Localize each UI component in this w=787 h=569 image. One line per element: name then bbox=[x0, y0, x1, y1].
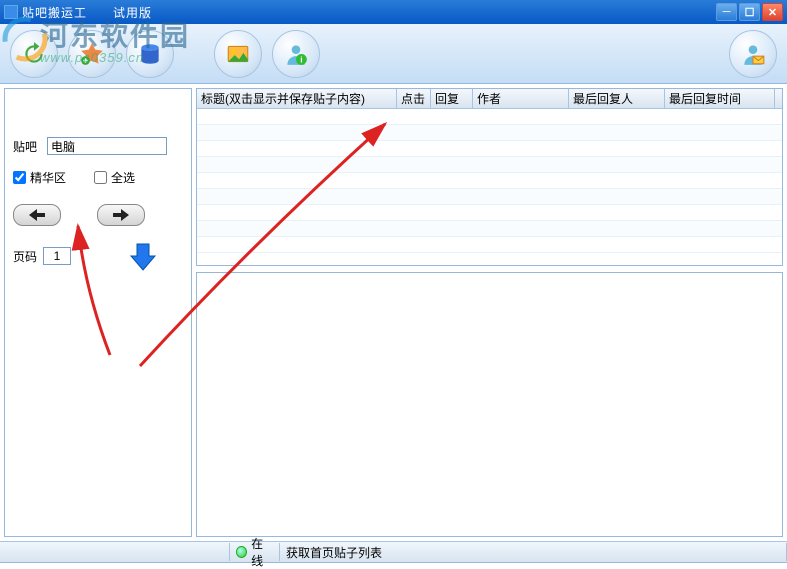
table-row[interactable] bbox=[197, 205, 782, 221]
picture-button[interactable] bbox=[214, 30, 262, 78]
online-icon bbox=[236, 546, 247, 558]
table-row[interactable] bbox=[197, 237, 782, 253]
star-icon bbox=[79, 41, 105, 67]
window-title: 贴吧搬运工 试用版 bbox=[22, 4, 716, 21]
grid-header: 标题(双击显示并保存贴子内容)点击回复作者最后回复人最后回复时间 bbox=[197, 89, 782, 109]
column-header[interactable]: 标题(双击显示并保存贴子内容) bbox=[197, 89, 397, 108]
detail-panel bbox=[196, 272, 783, 537]
picture-icon bbox=[225, 41, 251, 67]
jinghua-label: 精华区 bbox=[30, 169, 66, 186]
user-info-icon: i bbox=[283, 41, 309, 67]
column-header[interactable]: 作者 bbox=[473, 89, 569, 108]
status-cell-1 bbox=[0, 543, 230, 561]
arrow-left-icon bbox=[29, 209, 45, 221]
favorite-button[interactable] bbox=[68, 30, 116, 78]
maximize-button[interactable]: ☐ bbox=[739, 3, 760, 21]
table-row[interactable] bbox=[197, 189, 782, 205]
table-row[interactable] bbox=[197, 125, 782, 141]
column-header[interactable]: 回复 bbox=[431, 89, 473, 108]
column-header[interactable]: 点击 bbox=[397, 89, 431, 108]
download-icon[interactable] bbox=[127, 240, 159, 272]
page-input[interactable] bbox=[43, 247, 71, 265]
quanxuan-checkbox[interactable] bbox=[94, 171, 107, 184]
table-row[interactable] bbox=[197, 109, 782, 125]
table-row[interactable] bbox=[197, 221, 782, 237]
user-mail-icon bbox=[740, 41, 766, 67]
quanxuan-label: 全选 bbox=[111, 169, 135, 186]
refresh-icon bbox=[21, 41, 47, 67]
page-label: 页码 bbox=[13, 248, 37, 265]
status-message: 获取首页贴子列表 bbox=[280, 543, 787, 561]
online-label: 在线 bbox=[251, 535, 273, 569]
column-header[interactable]: 最后回复时间 bbox=[665, 89, 775, 108]
arrow-right-icon bbox=[113, 209, 129, 221]
svg-text:i: i bbox=[300, 54, 302, 64]
table-row[interactable] bbox=[197, 173, 782, 189]
next-button[interactable] bbox=[97, 204, 145, 226]
tieba-input[interactable] bbox=[47, 137, 167, 155]
tieba-label: 贴吧 bbox=[13, 138, 47, 155]
app-icon bbox=[4, 5, 18, 19]
user-info-button[interactable]: i bbox=[272, 30, 320, 78]
table-row[interactable] bbox=[197, 141, 782, 157]
refresh-button[interactable] bbox=[10, 30, 58, 78]
close-button[interactable]: ✕ bbox=[762, 3, 783, 21]
table-row[interactable] bbox=[197, 157, 782, 173]
column-header[interactable]: 最后回复人 bbox=[569, 89, 665, 108]
sidebar-panel: 贴吧 精华区 全选 页码 bbox=[4, 88, 192, 537]
jinghua-checkbox[interactable] bbox=[13, 171, 26, 184]
minimize-button[interactable]: ─ bbox=[716, 3, 737, 21]
prev-button[interactable] bbox=[13, 204, 61, 226]
user-mail-button[interactable] bbox=[729, 30, 777, 78]
db-icon bbox=[137, 41, 163, 67]
status-online: 在线 bbox=[230, 543, 280, 561]
database-button[interactable] bbox=[126, 30, 174, 78]
posts-grid: 标题(双击显示并保存贴子内容)点击回复作者最后回复人最后回复时间 bbox=[196, 88, 783, 266]
